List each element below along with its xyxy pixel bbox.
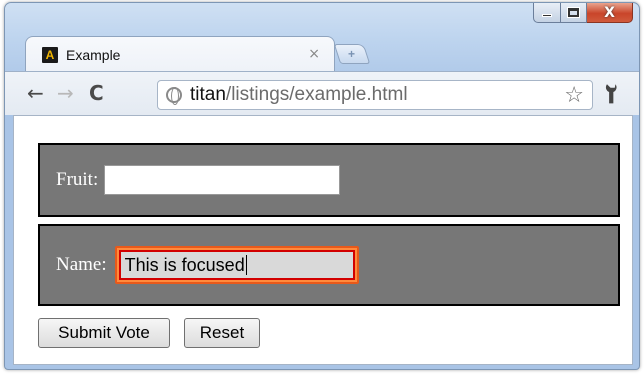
name-label: Name: — [56, 254, 107, 275]
tab-title: Example — [66, 46, 121, 63]
minimize-button[interactable] — [533, 3, 561, 23]
fruit-label: Fruit: — [56, 169, 99, 190]
submit-vote-button[interactable]: Submit Vote — [38, 318, 170, 348]
focus-ring: This is focused — [114, 246, 359, 284]
url-path: /listings/example.html — [225, 84, 408, 105]
url-text: titan/listings/example.html — [190, 84, 408, 106]
maximize-icon — [568, 8, 579, 17]
globe-icon — [166, 87, 182, 105]
window-controls: X — [533, 3, 633, 23]
name-panel: Name: This is focused — [38, 224, 620, 306]
new-tab-button[interactable]: + — [333, 44, 371, 64]
minimize-icon — [542, 14, 552, 17]
tab-close-icon[interactable]: × — [308, 46, 320, 62]
reset-button[interactable]: Reset — [184, 318, 260, 348]
url-host: titan — [190, 84, 226, 105]
close-window-button[interactable]: X — [587, 3, 633, 23]
browser-window: X A Example × + ← → C titan/listings/exa… — [4, 2, 640, 370]
browser-toolbar: ← → C titan/listings/example.html ☆ — [5, 71, 639, 115]
close-icon: X — [604, 4, 615, 21]
text-caret — [245, 255, 247, 275]
plus-icon: + — [348, 47, 356, 61]
fruit-input[interactable] — [104, 165, 341, 195]
fruit-panel: Fruit: — [38, 143, 620, 217]
tab-example[interactable]: A Example × — [25, 36, 335, 72]
page-content: Fruit: Name: This is focused Submit Vote… — [13, 115, 633, 365]
name-input[interactable]: This is focused — [118, 250, 355, 280]
back-arrow-icon[interactable]: ← — [27, 82, 44, 104]
bookmark-star-icon[interactable]: ☆ — [564, 83, 584, 108]
maximize-button[interactable] — [561, 3, 587, 23]
favicon-icon: A — [42, 46, 58, 63]
address-bar[interactable]: titan/listings/example.html ☆ — [157, 80, 593, 110]
wrench-svg — [605, 84, 617, 104]
wrench-icon[interactable] — [597, 79, 629, 111]
forward-arrow-icon[interactable]: → — [57, 82, 74, 104]
name-input-value: This is focused — [124, 254, 245, 275]
reload-icon[interactable]: C — [89, 82, 104, 104]
